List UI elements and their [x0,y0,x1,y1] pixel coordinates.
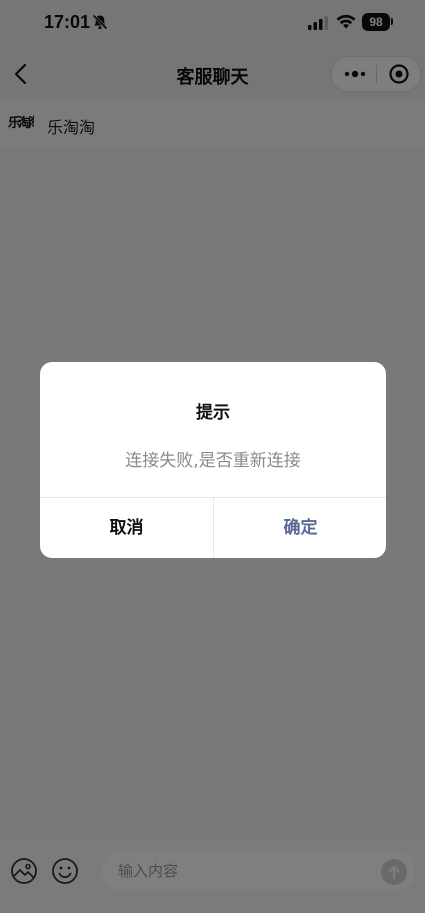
cancel-button[interactable]: 取消 [40,498,213,558]
dialog-message: 连接失败,是否重新连接 [125,451,301,471]
dialog-title: 提示 [196,403,230,423]
confirm-button[interactable]: 确定 [214,498,386,558]
confirm-dialog: 提示 连接失败,是否重新连接 取消 确定 [40,362,386,558]
